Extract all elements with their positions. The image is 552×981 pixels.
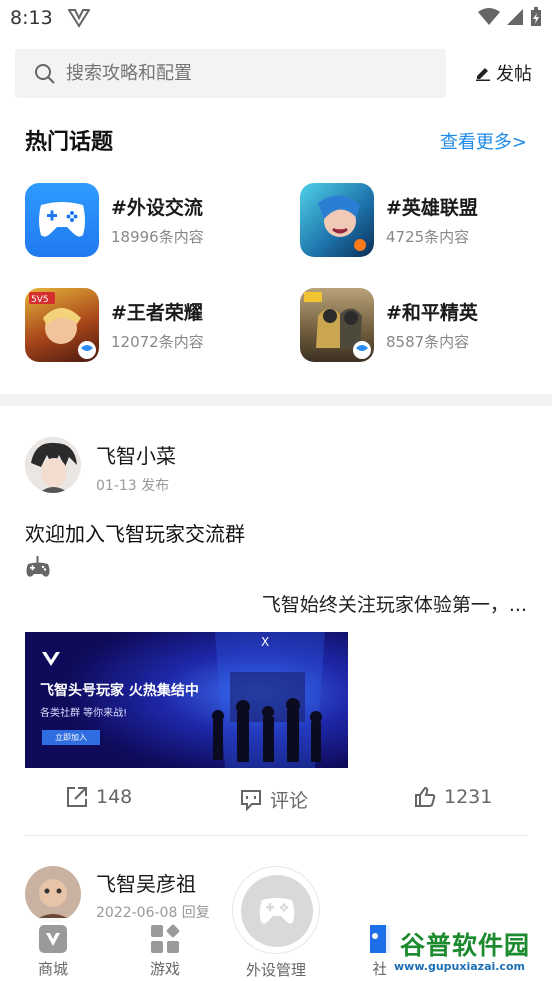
like-count: 1231: [444, 786, 493, 808]
post-divider: [25, 835, 527, 836]
games-icon: [151, 924, 180, 953]
watermark-title: 谷普软件园: [400, 931, 531, 960]
topic-count: 12072条内容: [111, 333, 204, 351]
league-of-legends-icon: [300, 183, 374, 257]
search-input[interactable]: [66, 63, 406, 84]
wifi-icon: [478, 8, 500, 25]
gamepad-icon: [259, 898, 295, 924]
topic-item-peace-elite[interactable]: #和平精英 8587条内容: [300, 288, 478, 362]
honor-of-kings-icon: 5V5: [25, 288, 99, 362]
author-name[interactable]: 飞智吴彦祖: [96, 868, 196, 897]
topic-count: 4725条内容: [386, 228, 470, 246]
peace-elite-icon: [300, 288, 374, 362]
like-button[interactable]: 1231: [414, 786, 492, 808]
watermark: 谷普软件园 www.gupuxiazai.com: [386, 922, 550, 978]
nav-label: 游戏: [150, 960, 181, 978]
battery-icon: [531, 7, 541, 26]
comment-label: 评论: [270, 790, 309, 812]
status-icons: [478, 7, 542, 27]
banner-subtitle: 各类社群 等你来战!: [40, 708, 128, 719]
topic-item-lol[interactable]: #英雄联盟 4725条内容: [300, 183, 478, 257]
post-meta: 01-13 发布: [96, 478, 170, 494]
avatar[interactable]: [25, 437, 81, 493]
app-screen: 8:13 发帖 热门话题 查看更多> #外设交流 18996条内容: [0, 0, 552, 981]
avatar[interactable]: [25, 866, 81, 922]
post-body[interactable]: 飞智始终关注玩家体验第一，...: [262, 590, 527, 617]
status-time: 8:13: [10, 7, 53, 29]
comment-icon: [241, 789, 261, 811]
comment-button[interactable]: 评论: [240, 786, 308, 813]
gamepad-emoji-icon: [25, 556, 51, 584]
topic-name: #和平精英: [386, 302, 478, 324]
peripheral-management-button[interactable]: [232, 866, 320, 954]
post-button[interactable]: 发帖: [475, 60, 532, 86]
flydigi-logo-icon: [67, 8, 91, 32]
signal-icon: [507, 9, 523, 25]
gamepad-icon: [25, 183, 99, 257]
hot-topics-title: 热门话题: [25, 130, 114, 155]
topic-item-honor-of-kings[interactable]: 5V5 #王者荣耀 12072条内容: [25, 288, 204, 362]
author-name[interactable]: 飞智小菜: [96, 440, 176, 469]
share-icon: [67, 787, 87, 807]
topic-name: #王者荣耀: [111, 302, 203, 324]
status-bar: 8:13: [0, 0, 552, 38]
topic-count: 18996条内容: [111, 228, 204, 246]
pencil-icon: [476, 68, 490, 81]
see-more-link[interactable]: 查看更多>: [440, 128, 527, 154]
post-banner-image[interactable]: X 飞智头号玩家 火热集结中 各类社群 等你来战! 立即加入: [25, 632, 348, 768]
share-count: 148: [96, 786, 133, 808]
svg-text:X: X: [261, 635, 269, 649]
search-icon: [35, 63, 55, 84]
banner-join-button[interactable]: 立即加入: [42, 730, 100, 745]
svg-text:5V5: 5V5: [31, 295, 49, 305]
nav-label: 商城: [38, 960, 69, 978]
thumbs-up-icon: [415, 786, 436, 807]
nav-label-peripheral[interactable]: 外设管理: [246, 959, 306, 980]
share-button[interactable]: 148: [66, 786, 132, 808]
banner-headline: 飞智头号玩家 火热集结中: [40, 683, 199, 699]
topic-item-peripherals[interactable]: #外设交流 18996条内容: [25, 183, 204, 257]
post-button-label: 发帖: [496, 64, 532, 85]
topic-name: #英雄联盟: [386, 197, 478, 219]
section-divider: [0, 394, 552, 406]
nav-item-games[interactable]: 游戏: [150, 924, 180, 979]
topic-name: #外设交流: [111, 197, 203, 219]
watermark-url: www.gupuxiazai.com: [394, 960, 525, 973]
mall-icon: [39, 925, 67, 953]
fab-inner: [241, 875, 313, 947]
search-bar[interactable]: [15, 49, 446, 98]
post-title[interactable]: 欢迎加入飞智玩家交流群: [25, 518, 245, 547]
post-actions: 148 评论 1231: [0, 786, 552, 818]
topic-count: 8587条内容: [386, 333, 470, 351]
nav-item-mall[interactable]: 商城: [38, 924, 68, 979]
